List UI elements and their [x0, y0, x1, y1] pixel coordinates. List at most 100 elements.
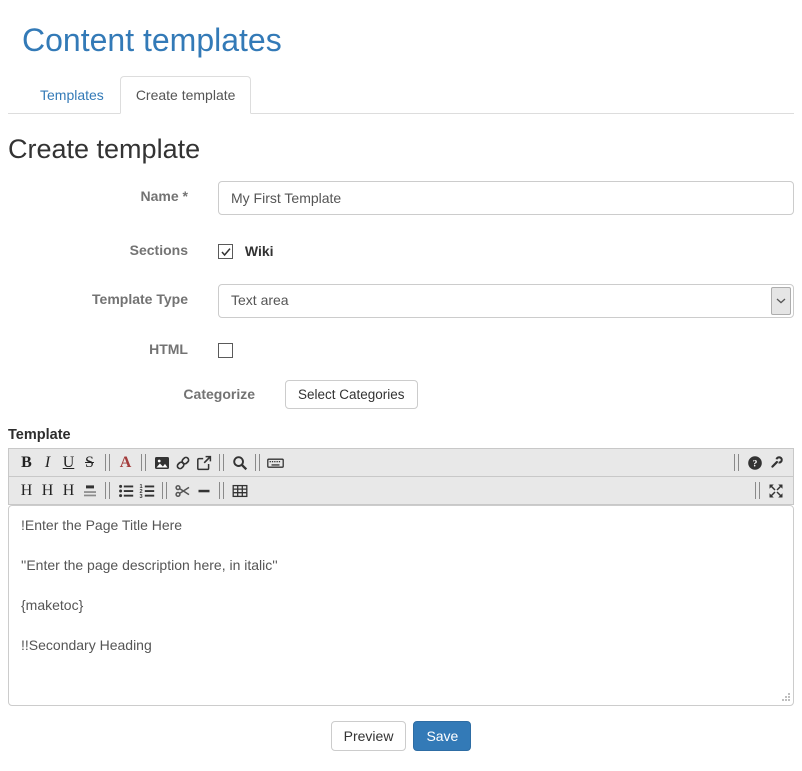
bold-button[interactable]: B: [16, 451, 37, 475]
external-link-button[interactable]: [193, 451, 214, 475]
template-content-textarea[interactable]: !Enter the Page Title Here ''Enter the p…: [8, 505, 794, 706]
editor-toolbar-row1: B I U S A: [8, 448, 794, 477]
select-arrow-button[interactable]: [771, 287, 791, 315]
form-heading: Create template: [8, 134, 794, 165]
insert-image-button[interactable]: [151, 451, 172, 475]
unordered-list-button[interactable]: [115, 479, 136, 503]
save-button[interactable]: Save: [413, 721, 471, 751]
tab-templates: Templates: [24, 76, 120, 114]
sections-form-group: Sections Wiki: [8, 237, 794, 259]
template-content-wrap: !Enter the Page Title Here ''Enter the p…: [8, 505, 794, 706]
template-type-selected-value: Text area: [231, 292, 289, 308]
colored-text-button[interactable]: A: [115, 451, 136, 475]
select-categories-button[interactable]: Select Categories: [285, 380, 418, 409]
horizontal-rule-button[interactable]: [193, 479, 214, 503]
template-type-label: Template Type: [8, 284, 188, 307]
preview-button[interactable]: Preview: [331, 721, 407, 751]
heading3-icon: H: [63, 483, 75, 499]
checkmark-icon: [220, 246, 232, 258]
toolbar-separator: [219, 454, 224, 471]
categorize-control: Select Categories: [285, 380, 794, 409]
bold-icon: B: [21, 455, 32, 471]
tab-templates-link[interactable]: Templates: [24, 76, 120, 114]
toolbar-row2-right: [750, 479, 786, 503]
underline-icon: U: [63, 455, 75, 471]
horizontal-rule-icon: [196, 483, 212, 499]
title-bar-button[interactable]: [79, 479, 100, 503]
find-button[interactable]: [229, 451, 250, 475]
toolbar-separator: [755, 482, 760, 499]
admin-toolbars-button[interactable]: [765, 451, 786, 475]
strikethrough-icon: S: [85, 455, 94, 471]
template-type-select[interactable]: Text area: [218, 284, 794, 318]
tab-create-template-link[interactable]: Create template: [120, 76, 252, 114]
resize-grip-icon[interactable]: [781, 692, 791, 702]
search-icon: [232, 455, 248, 471]
page-title: Content templates: [22, 22, 794, 59]
heading1-button[interactable]: H: [16, 479, 37, 503]
ordered-list-icon: 1 2 3: [139, 483, 155, 499]
insert-table-button[interactable]: [229, 479, 250, 503]
toolbar-separator: [734, 454, 739, 471]
svg-text:?: ?: [752, 459, 757, 469]
editor-toolbar-row2: H H H: [8, 476, 794, 505]
underline-button[interactable]: U: [58, 451, 79, 475]
fullscreen-button[interactable]: [765, 479, 786, 503]
help-button[interactable]: ?: [744, 451, 765, 475]
name-form-group: Name *: [8, 181, 794, 215]
categorize-form-group: Categorize Select Categories: [8, 380, 794, 409]
html-label: HTML: [8, 336, 188, 357]
name-control: [218, 181, 794, 215]
external-link-icon: [196, 455, 212, 471]
form-actions: Preview Save: [8, 721, 794, 751]
svg-text:3: 3: [139, 493, 142, 498]
tab-bar: Templates Create template: [8, 76, 794, 114]
image-icon: [154, 455, 170, 471]
keyboard-icon: [267, 455, 284, 471]
html-checkbox[interactable]: [218, 343, 233, 358]
template-editor: Template B I U S A: [8, 427, 794, 706]
toolbar-separator: [162, 482, 167, 499]
html-form-group: HTML: [8, 336, 794, 358]
sections-control: Wiki: [218, 237, 794, 259]
name-input[interactable]: [218, 181, 794, 215]
table-icon: [232, 483, 248, 499]
help-icon: ?: [747, 455, 763, 471]
link-icon: [175, 455, 191, 471]
ordered-list-button[interactable]: 1 2 3: [136, 479, 157, 503]
toolbar-separator: [105, 454, 110, 471]
heading2-icon: H: [42, 483, 54, 499]
toolbar-separator: [105, 482, 110, 499]
heading2-button[interactable]: H: [37, 479, 58, 503]
name-label: Name *: [8, 181, 188, 204]
scissors-icon: [175, 483, 191, 499]
fullscreen-icon: [768, 483, 784, 499]
wiki-checkbox-label: Wiki: [245, 243, 274, 259]
wrench-icon: [768, 455, 784, 471]
toolbar-row1-right: ?: [729, 451, 786, 475]
toolbar-separator: [219, 482, 224, 499]
toolbar-separator: [255, 454, 260, 471]
template-type-form-group: Template Type Text area: [8, 284, 794, 318]
unordered-list-icon: [118, 483, 134, 499]
italic-button[interactable]: I: [37, 451, 58, 475]
toolbar-separator: [141, 454, 146, 471]
page: Content templates Templates Create templ…: [0, 22, 802, 751]
heading1-icon: H: [21, 483, 33, 499]
strikethrough-button[interactable]: S: [79, 451, 100, 475]
wiki-checkbox[interactable]: [218, 244, 233, 259]
special-characters-button[interactable]: [265, 451, 286, 475]
chevron-down-icon: [776, 298, 786, 304]
html-control: [218, 336, 794, 358]
sections-label: Sections: [8, 237, 188, 258]
page-break-button[interactable]: [172, 479, 193, 503]
template-label: Template: [8, 427, 794, 443]
wiki-link-button[interactable]: [172, 451, 193, 475]
tab-create-template: Create template: [120, 76, 252, 114]
italic-icon: I: [45, 455, 50, 471]
heading3-button[interactable]: H: [58, 479, 79, 503]
template-type-control: Text area: [218, 284, 794, 318]
title-bar-icon: [82, 483, 98, 499]
colored-text-icon: A: [120, 455, 132, 471]
categorize-label: Categorize: [8, 380, 255, 402]
